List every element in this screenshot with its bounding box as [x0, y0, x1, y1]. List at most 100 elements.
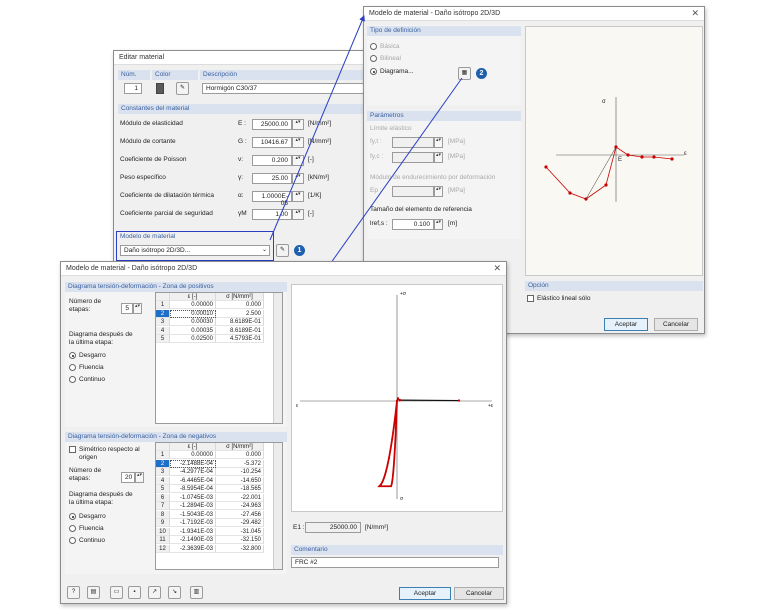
sigma-cell[interactable]: -18.565 — [216, 485, 264, 493]
eps-cell[interactable]: -1.5043E-03 — [170, 510, 216, 519]
constant-value-input[interactable]: 1.0000E-05 — [252, 191, 292, 207]
eps-cell[interactable]: -2.1488E-04 — [170, 459, 216, 468]
table-scrollbar[interactable] — [273, 293, 282, 423]
sigma-cell[interactable]: -24.963 — [216, 502, 264, 510]
table-row[interactable]: 2 -2.1488E-04 -5.372 — [156, 459, 282, 468]
fyt-spinner[interactable]: ▴▾ — [434, 137, 443, 148]
radio-basic[interactable] — [370, 43, 377, 50]
sigma-cell[interactable]: -14.650 — [216, 476, 264, 485]
eps-cell[interactable]: -8.5954E-04 — [170, 485, 216, 493]
table-scrollbar[interactable] — [273, 443, 282, 569]
sigma-cell[interactable]: -31.045 — [216, 527, 264, 536]
table-row[interactable]: 10 -1.9341E-03 -31.045 — [156, 527, 282, 536]
eps-cell[interactable]: -1.9341E-03 — [170, 527, 216, 536]
eps-cell[interactable]: -4.2977E-04 — [170, 468, 216, 476]
eps-cell[interactable]: -6.4465E-04 — [170, 476, 216, 485]
close-icon[interactable]: ✕ — [691, 8, 699, 19]
cancel-button[interactable]: Cancelar — [654, 318, 698, 331]
pos-table[interactable]: ε [-] σ [N/mm²] 1 0.00000 0.000 2 0.00010 2.500… — [155, 292, 283, 424]
constant-spinner[interactable]: ▴▾ — [292, 173, 304, 184]
constant-spinner[interactable]: ▴▾ — [292, 209, 304, 220]
sigma-cell[interactable]: -22.001 — [216, 493, 264, 502]
neg-radio-tear[interactable] — [69, 513, 76, 520]
neg-steps-input[interactable]: 20 — [121, 472, 135, 483]
constant-value-input[interactable]: 10416.67 — [252, 137, 292, 148]
neg-radio-yield[interactable] — [69, 525, 76, 532]
eps-cell[interactable]: -1.7192E-03 — [170, 519, 216, 527]
material-model-select[interactable]: Daño isótropo 2D/3D... — [120, 245, 270, 256]
units-icon[interactable]: ▤ — [87, 586, 100, 599]
ep-spinner[interactable]: ▴▾ — [434, 186, 443, 197]
edit-model-icon[interactable]: ✎ — [276, 244, 289, 257]
eps-cell[interactable]: 0.00030 — [170, 318, 216, 326]
table-row[interactable]: 5 -8.5954E-04 -18.565 — [156, 485, 282, 493]
eps-cell[interactable]: -1.2894E-03 — [170, 502, 216, 510]
sigma-cell[interactable]: -10.254 — [216, 468, 264, 476]
eps-cell[interactable]: 0.02500 — [170, 335, 216, 343]
symmetric-checkbox[interactable] — [69, 446, 76, 453]
pos-radio-tear[interactable] — [69, 352, 76, 359]
neg-steps-spinner[interactable]: ▴▾ — [135, 472, 144, 483]
close-icon[interactable]: ✕ — [493, 263, 501, 274]
sigma-cell[interactable]: -27.456 — [216, 510, 264, 519]
constant-value-input[interactable]: 1.00 — [252, 209, 292, 220]
table-row[interactable]: 12 -2.3639E-03 -32.800 — [156, 544, 282, 553]
pos-radio-continuous[interactable] — [69, 376, 76, 383]
neg-table[interactable]: ε [-] σ [N/mm²] 1 0.00000 0.000 2 -2.1488E-04-… — [155, 442, 283, 570]
table-row[interactable]: 4 -6.4465E-04 -14.650 — [156, 476, 282, 485]
ep-input[interactable] — [392, 186, 434, 197]
sigma-cell[interactable]: -29.482 — [216, 519, 264, 527]
sigma-cell[interactable]: 8.6189E-01 — [216, 326, 264, 335]
radio-diagram[interactable] — [370, 68, 377, 75]
table-row[interactable]: 5 0.02500 4.5793E-01 — [156, 335, 282, 343]
constant-value-input[interactable]: 25.00 — [252, 173, 292, 184]
sigma-cell[interactable]: -5.372 — [216, 459, 264, 468]
table-row[interactable]: 2 0.00010 2.500 — [156, 309, 282, 318]
eps-cell[interactable]: 0.00000 — [170, 301, 216, 309]
sigma-cell[interactable]: 2.500 — [216, 309, 264, 318]
fyc-spinner[interactable]: ▴▾ — [434, 152, 443, 163]
material-description-field[interactable]: Hormigón C30/37 — [202, 83, 378, 94]
accept-button[interactable]: Aceptar — [399, 587, 451, 600]
save-icon[interactable]: ▪ — [128, 586, 141, 599]
import-icon[interactable]: ↘ — [168, 586, 181, 599]
eps-cell[interactable]: 0.00035 — [170, 326, 216, 335]
constant-value-input[interactable]: 0.200 — [252, 155, 292, 166]
table-row[interactable]: 3 -4.2977E-04 -10.254 — [156, 468, 282, 476]
edit-diagram-icon[interactable]: ▦ — [458, 67, 471, 80]
library-icon[interactable]: ✎ — [176, 82, 189, 95]
fyt-input[interactable] — [392, 137, 434, 148]
table-row[interactable]: 9 -1.7192E-03 -29.482 — [156, 519, 282, 527]
elastic-only-checkbox[interactable] — [527, 295, 534, 302]
eps-cell[interactable]: -1.0745E-03 — [170, 493, 216, 502]
eps-cell[interactable]: 0.00010 — [170, 309, 216, 318]
sigma-cell[interactable]: 4.5793E-01 — [216, 335, 264, 343]
help-icon[interactable]: ? — [67, 586, 80, 599]
radio-bilinear[interactable] — [370, 55, 377, 62]
lref-spinner[interactable]: ▴▾ — [434, 219, 443, 230]
table-row[interactable]: 1 0.00000 0.000 — [156, 301, 282, 309]
eps-cell[interactable]: 0.00000 — [170, 451, 216, 459]
open-icon[interactable]: ▭ — [110, 586, 123, 599]
table-row[interactable]: 8 -1.5043E-03 -27.456 — [156, 510, 282, 519]
constant-spinner[interactable]: ▴▾ — [292, 191, 304, 202]
material-number-field[interactable]: 1 — [124, 83, 142, 94]
sigma-cell[interactable]: 8.6189E-01 — [216, 318, 264, 326]
sigma-cell[interactable]: 0.000 — [216, 451, 264, 459]
constant-spinner[interactable]: ▴▾ — [292, 137, 304, 148]
eps-cell[interactable]: -2.3639E-03 — [170, 544, 216, 553]
table-row[interactable]: 1 0.00000 0.000 — [156, 451, 282, 459]
cancel-button[interactable]: Cancelar — [454, 587, 504, 600]
sigma-cell[interactable]: -32.800 — [216, 544, 264, 553]
table-icon[interactable]: ▥ — [190, 586, 203, 599]
export-icon[interactable]: ↗ — [148, 586, 161, 599]
lref-input[interactable]: 0.100 — [392, 219, 434, 230]
table-row[interactable]: 3 0.00030 8.6189E-01 — [156, 318, 282, 326]
pos-steps-input[interactable]: 5 — [121, 303, 133, 314]
table-row[interactable]: 7 -1.2894E-03 -24.963 — [156, 502, 282, 510]
table-row[interactable]: 6 -1.0745E-03 -22.001 — [156, 493, 282, 502]
constant-spinner[interactable]: ▴▾ — [292, 119, 304, 130]
constant-value-input[interactable]: 25000.00 — [252, 119, 292, 130]
accept-button[interactable]: Aceptar — [604, 318, 648, 331]
fyc-input[interactable] — [392, 152, 434, 163]
